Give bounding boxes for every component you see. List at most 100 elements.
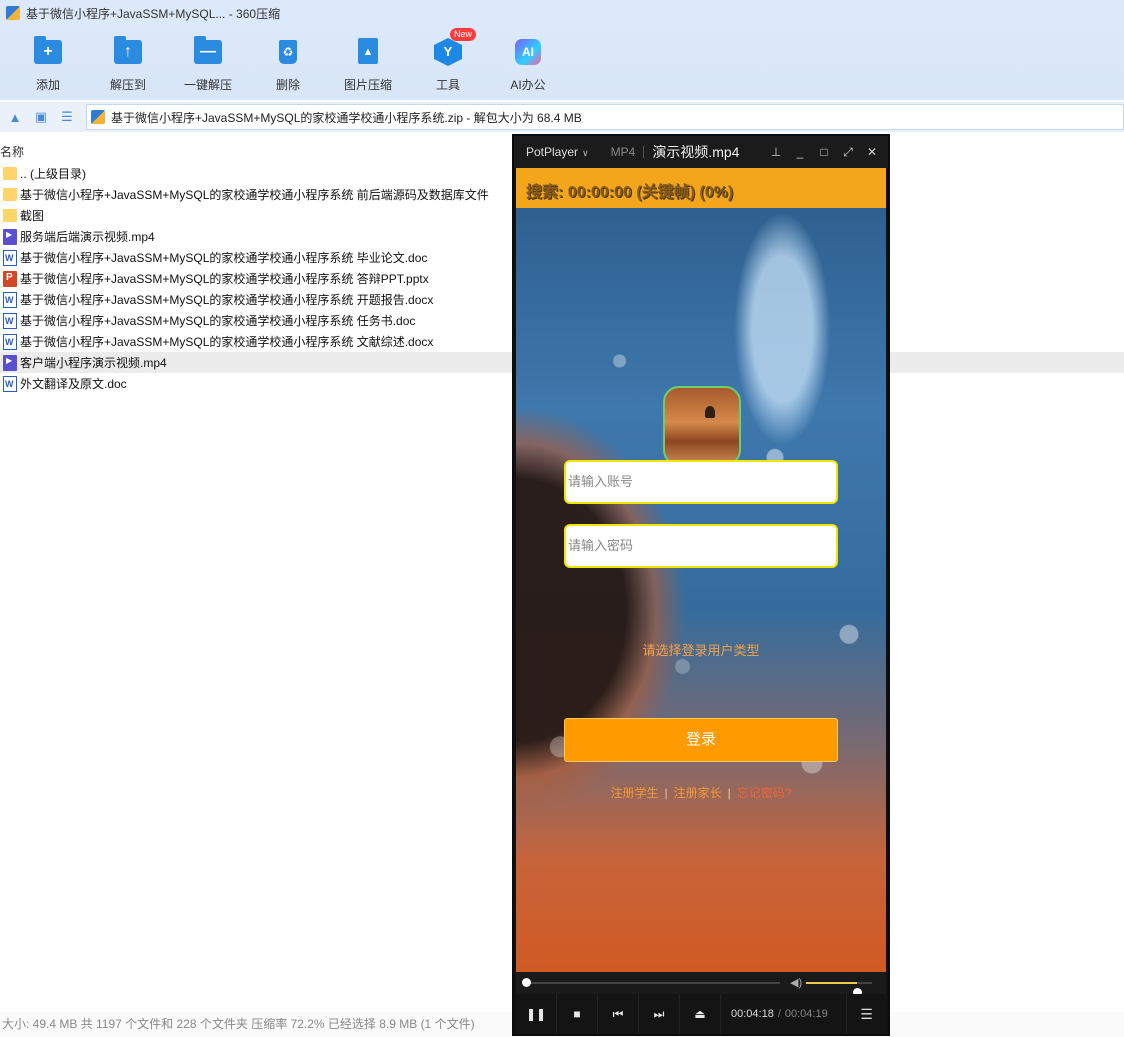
- image-compress-label: 图片压缩: [343, 78, 392, 92]
- video-frame[interactable]: 搜索: 00:00:00 (关键帧) (0%) 请输入账号 请输入密码 请选择登…: [516, 168, 886, 972]
- file-name: 基于微信小程序+JavaSSM+MySQL的家校通学校通小程序系统 前后端源码及…: [20, 188, 489, 202]
- seek-bar[interactable]: ◀): [516, 972, 886, 997]
- address-path: 基于微信小程序+JavaSSM+MySQL的家校通学校通小程序系统.zip - …: [111, 110, 582, 125]
- link-divider: |: [727, 786, 731, 800]
- pause-button[interactable]: ❚❚: [516, 994, 557, 1034]
- chevron-down-icon: ∨: [582, 148, 589, 158]
- eject-button[interactable]: ⏏: [680, 994, 721, 1034]
- stop-button[interactable]: ■: [557, 994, 598, 1034]
- window-title: 基于微信小程序+JavaSSM+MySQL... - 360压缩: [26, 6, 281, 21]
- file-name: 截图: [20, 209, 45, 223]
- stop-icon: ■: [573, 1007, 581, 1021]
- potplayer-window: PotPlayer ∨ MP4 演示视频.mp4 ⊥ _ □ ⤢ ✕ 搜索: 00…: [512, 134, 890, 1036]
- tools-icon: Y New: [432, 28, 477, 68]
- time-separator: /: [777, 1008, 781, 1020]
- seek-handle[interactable]: [522, 978, 531, 987]
- folder-icon: [3, 188, 17, 201]
- app-logo-image: [663, 386, 741, 466]
- file-name: 基于微信小程序+JavaSSM+MySQL的家校通学校通小程序系统 开题报告.d…: [20, 293, 434, 307]
- file-name: 基于微信小程序+JavaSSM+MySQL的家校通学校通小程序系统 任务书.do…: [20, 314, 416, 328]
- address-bar: ▲ ▣ ☰ 基于微信小程序+JavaSSM+MySQL的家校通学校通小程序系统.…: [0, 102, 1124, 132]
- title-divider: [643, 146, 645, 158]
- ppt-file-icon: [3, 270, 17, 287]
- file-name: 服务端后端演示视频.mp4: [20, 230, 155, 244]
- view-list-icon[interactable]: ☰: [56, 109, 78, 125]
- add-icon: +: [32, 36, 64, 68]
- user-type-selector[interactable]: 请选择登录用户类型: [516, 640, 886, 659]
- forgot-password-link[interactable]: 忘记密码?: [737, 786, 792, 800]
- eject-icon: ⏏: [694, 1007, 706, 1021]
- tools-label: 工具: [435, 78, 460, 92]
- new-badge: New: [450, 28, 477, 41]
- extract-to-icon: ↑: [112, 36, 144, 68]
- folder-icon: [3, 209, 17, 222]
- folder-icon: [3, 167, 17, 180]
- seek-track[interactable]: [526, 982, 780, 984]
- account-input[interactable]: 请输入账号: [564, 460, 838, 504]
- file-name: 基于微信小程序+JavaSSM+MySQL的家校通学校通小程序系统 毕业论文.d…: [20, 251, 428, 265]
- potplayer-brand: PotPlayer: [526, 145, 579, 159]
- register-student-link[interactable]: 注册学生: [611, 786, 659, 800]
- mp4-file-icon: [3, 354, 17, 371]
- up-level-icon[interactable]: ▲: [4, 110, 26, 125]
- image-compress-button[interactable]: ▲ 图片压缩: [328, 26, 408, 100]
- search-overlay-text: 搜索: 00:00:00 (关键帧) (0%): [526, 184, 734, 201]
- delete-button[interactable]: ♻ 删除: [248, 26, 328, 100]
- hamburger-icon: ☰: [860, 1005, 873, 1022]
- file-name: .. (上级目录): [20, 167, 86, 181]
- extract-to-label: 解压到: [109, 78, 146, 92]
- time-total: 00:04:19: [784, 1008, 828, 1020]
- register-parent-link[interactable]: 注册家长: [674, 786, 722, 800]
- previous-button[interactable]: ⏮: [598, 994, 639, 1034]
- ai-office-button[interactable]: AI AI办公: [488, 26, 568, 100]
- volume-slider[interactable]: [806, 982, 872, 997]
- window-controls: ⊥ _ □ ⤢ ✕: [764, 136, 884, 168]
- volume-fill: [806, 982, 858, 984]
- next-icon: ⏭: [653, 1006, 665, 1021]
- main-toolbar: + 添加 ↑ 解压到 — 一键解压 ♻ 删除 ▲ 图片压缩 Y New 工具 A…: [0, 26, 1124, 100]
- doc-file-icon: [3, 291, 17, 308]
- doc-file-icon: [3, 333, 17, 350]
- maximize-icon[interactable]: □: [812, 145, 836, 159]
- window-titlebar: 基于微信小程序+JavaSSM+MySQL... - 360压缩: [0, 0, 1124, 26]
- file-name: 客户端小程序演示视频.mp4: [20, 356, 167, 370]
- volume-icon[interactable]: ◀): [790, 976, 802, 989]
- address-field[interactable]: 基于微信小程序+JavaSSM+MySQL的家校通学校通小程序系统.zip - …: [86, 104, 1124, 130]
- time-current: 00:04:18: [731, 1008, 774, 1020]
- delete-icon: ♻: [272, 36, 304, 68]
- format-label: MP4: [610, 145, 636, 159]
- password-input[interactable]: 请输入密码: [564, 524, 838, 568]
- tools-button[interactable]: Y New 工具: [408, 26, 488, 100]
- pin-icon[interactable]: ⊥: [764, 145, 788, 159]
- minimize-icon[interactable]: _: [788, 145, 812, 159]
- playback-controls: ❚❚ ■ ⏮ ⏭ ⏏ 00:04:18 / 00:04:19 ☰: [516, 994, 886, 1034]
- one-click-extract-icon: —: [192, 36, 224, 68]
- ai-office-label: AI办公: [510, 78, 546, 92]
- app-logo-icon: [6, 6, 20, 20]
- doc-file-icon: [3, 312, 17, 329]
- next-button[interactable]: ⏭: [639, 994, 680, 1034]
- menu-button[interactable]: ☰: [846, 994, 886, 1034]
- extract-to-button[interactable]: ↑ 解压到: [88, 26, 168, 100]
- doc-file-icon: [3, 375, 17, 392]
- ai-office-icon: AI: [512, 36, 544, 68]
- add-button[interactable]: + 添加: [8, 26, 88, 100]
- close-icon[interactable]: ✕: [860, 145, 884, 159]
- fullscreen-icon[interactable]: ⤢: [836, 145, 860, 160]
- one-click-extract-button[interactable]: — 一键解压: [168, 26, 248, 100]
- zip-file-icon: [91, 110, 105, 124]
- file-name: 基于微信小程序+JavaSSM+MySQL的家校通学校通小程序系统 文献综述.d…: [20, 335, 434, 349]
- video-filename: 演示视频.mp4: [652, 144, 740, 160]
- doc-file-icon: [3, 249, 17, 266]
- login-button[interactable]: 登录: [564, 718, 838, 762]
- file-name: 基于微信小程序+JavaSSM+MySQL的家校通学校通小程序系统 答辩PPT.…: [20, 272, 429, 286]
- potplayer-titlebar: PotPlayer ∨ MP4 演示视频.mp4 ⊥ _ □ ⤢ ✕: [514, 136, 888, 168]
- link-divider: |: [664, 786, 668, 800]
- potplayer-menu[interactable]: PotPlayer ∨: [526, 145, 589, 159]
- view-thumbnail-icon[interactable]: ▣: [30, 109, 52, 125]
- pause-icon: ❚❚: [525, 1007, 547, 1021]
- add-label: 添加: [35, 78, 60, 92]
- one-click-extract-label: 一键解压: [183, 78, 232, 92]
- file-name: 外文翻译及原文.doc: [20, 377, 127, 391]
- image-compress-icon: ▲: [352, 36, 384, 68]
